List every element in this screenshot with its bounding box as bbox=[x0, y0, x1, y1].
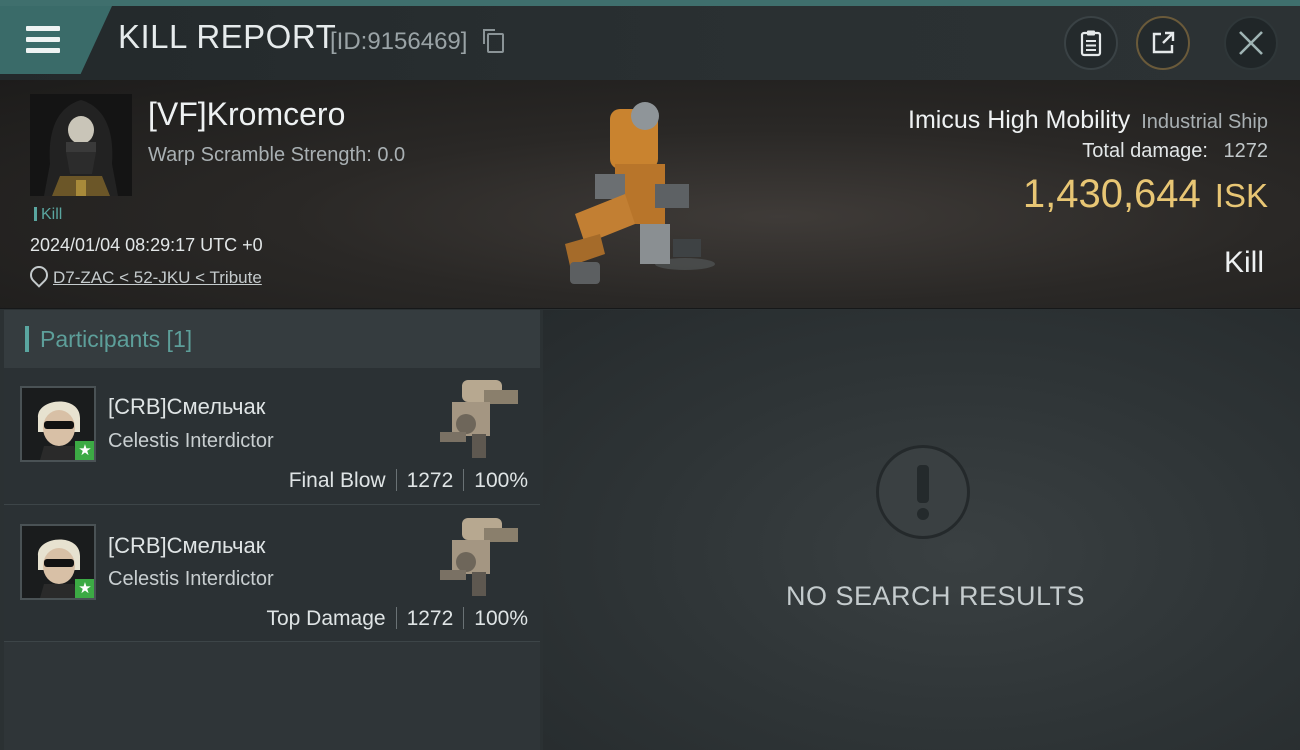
ship-name[interactable]: Imicus High Mobility bbox=[908, 106, 1130, 134]
share-button[interactable] bbox=[1136, 16, 1190, 70]
victim-ship-title: Imicus High Mobility Industrial Ship bbox=[908, 106, 1268, 135]
participant-percent: 100% bbox=[474, 469, 528, 492]
participants-label: Participants [1] bbox=[40, 326, 193, 352]
participant-name[interactable]: [CRB]Смельчак bbox=[108, 394, 265, 420]
no-results-text: NO SEARCH RESULTS bbox=[786, 581, 1086, 611]
participant-role: Final Blow bbox=[288, 469, 386, 492]
isk-value: 1,430,644 ISK bbox=[1023, 172, 1268, 217]
total-damage-value: 1272 bbox=[1223, 140, 1269, 162]
participant-damage: 1272 bbox=[406, 469, 454, 492]
victim-ship-image bbox=[565, 102, 715, 284]
star-icon: ★ bbox=[75, 441, 94, 460]
participant-percent: 100% bbox=[474, 607, 528, 630]
share-icon bbox=[1152, 31, 1175, 54]
stat-divider bbox=[395, 607, 397, 629]
page-title: KILL REPORT bbox=[118, 18, 337, 55]
participants-accent-bar bbox=[25, 326, 29, 352]
participant-role: Top Damage bbox=[266, 607, 386, 630]
alert-icon bbox=[876, 445, 970, 539]
victim-name[interactable]: [VF]Kromcero bbox=[148, 96, 345, 133]
close-icon bbox=[1239, 31, 1263, 55]
clipboard-icon bbox=[1080, 30, 1102, 57]
stat-divider bbox=[395, 469, 397, 491]
victim-portrait[interactable] bbox=[30, 94, 132, 196]
isk-unit: ISK bbox=[1214, 177, 1268, 214]
total-damage-label: Total damage: bbox=[1082, 140, 1208, 162]
clipboard-button[interactable] bbox=[1064, 16, 1118, 70]
participant-ship: Celestis Interdictor bbox=[108, 568, 274, 590]
kill-result: Kill bbox=[1223, 246, 1264, 279]
participant-ship-image bbox=[440, 380, 518, 458]
kill-datetime: 2024/01/04 08:29:17 UTC +0 bbox=[30, 235, 263, 255]
participant-stats: Top Damage 1272 100% bbox=[266, 607, 528, 631]
participant-avatar[interactable]: ★ bbox=[20, 386, 96, 462]
participant-ship-image bbox=[440, 518, 518, 596]
ship-class: Industrial Ship bbox=[1141, 111, 1268, 133]
victim-portrait-image bbox=[30, 94, 132, 196]
total-damage: Total damage: 1272 bbox=[1082, 140, 1268, 163]
kill-tag: Kill bbox=[34, 206, 62, 224]
star-icon: ★ bbox=[75, 579, 94, 598]
participant-stats: Final Blow 1272 100% bbox=[289, 469, 528, 493]
stat-divider bbox=[463, 469, 465, 491]
isk-amount: 1,430,644 bbox=[1022, 172, 1201, 216]
location-link[interactable]: D7-ZAC < 52-JKU < Tribute bbox=[53, 268, 262, 288]
close-button[interactable] bbox=[1224, 16, 1278, 70]
stat-divider bbox=[463, 607, 465, 629]
participant-damage: 1272 bbox=[406, 607, 454, 630]
copy-icon[interactable] bbox=[483, 29, 504, 53]
participant-ship: Celestis Interdictor bbox=[108, 430, 274, 452]
participant-avatar[interactable]: ★ bbox=[20, 524, 96, 600]
participant-name[interactable]: [CRB]Смельчак bbox=[108, 533, 265, 559]
report-id: [ID:9156469] bbox=[330, 28, 468, 55]
menu-icon bbox=[26, 26, 60, 31]
warp-scramble-strength: Warp Scramble Strength: 0.0 bbox=[148, 144, 406, 166]
